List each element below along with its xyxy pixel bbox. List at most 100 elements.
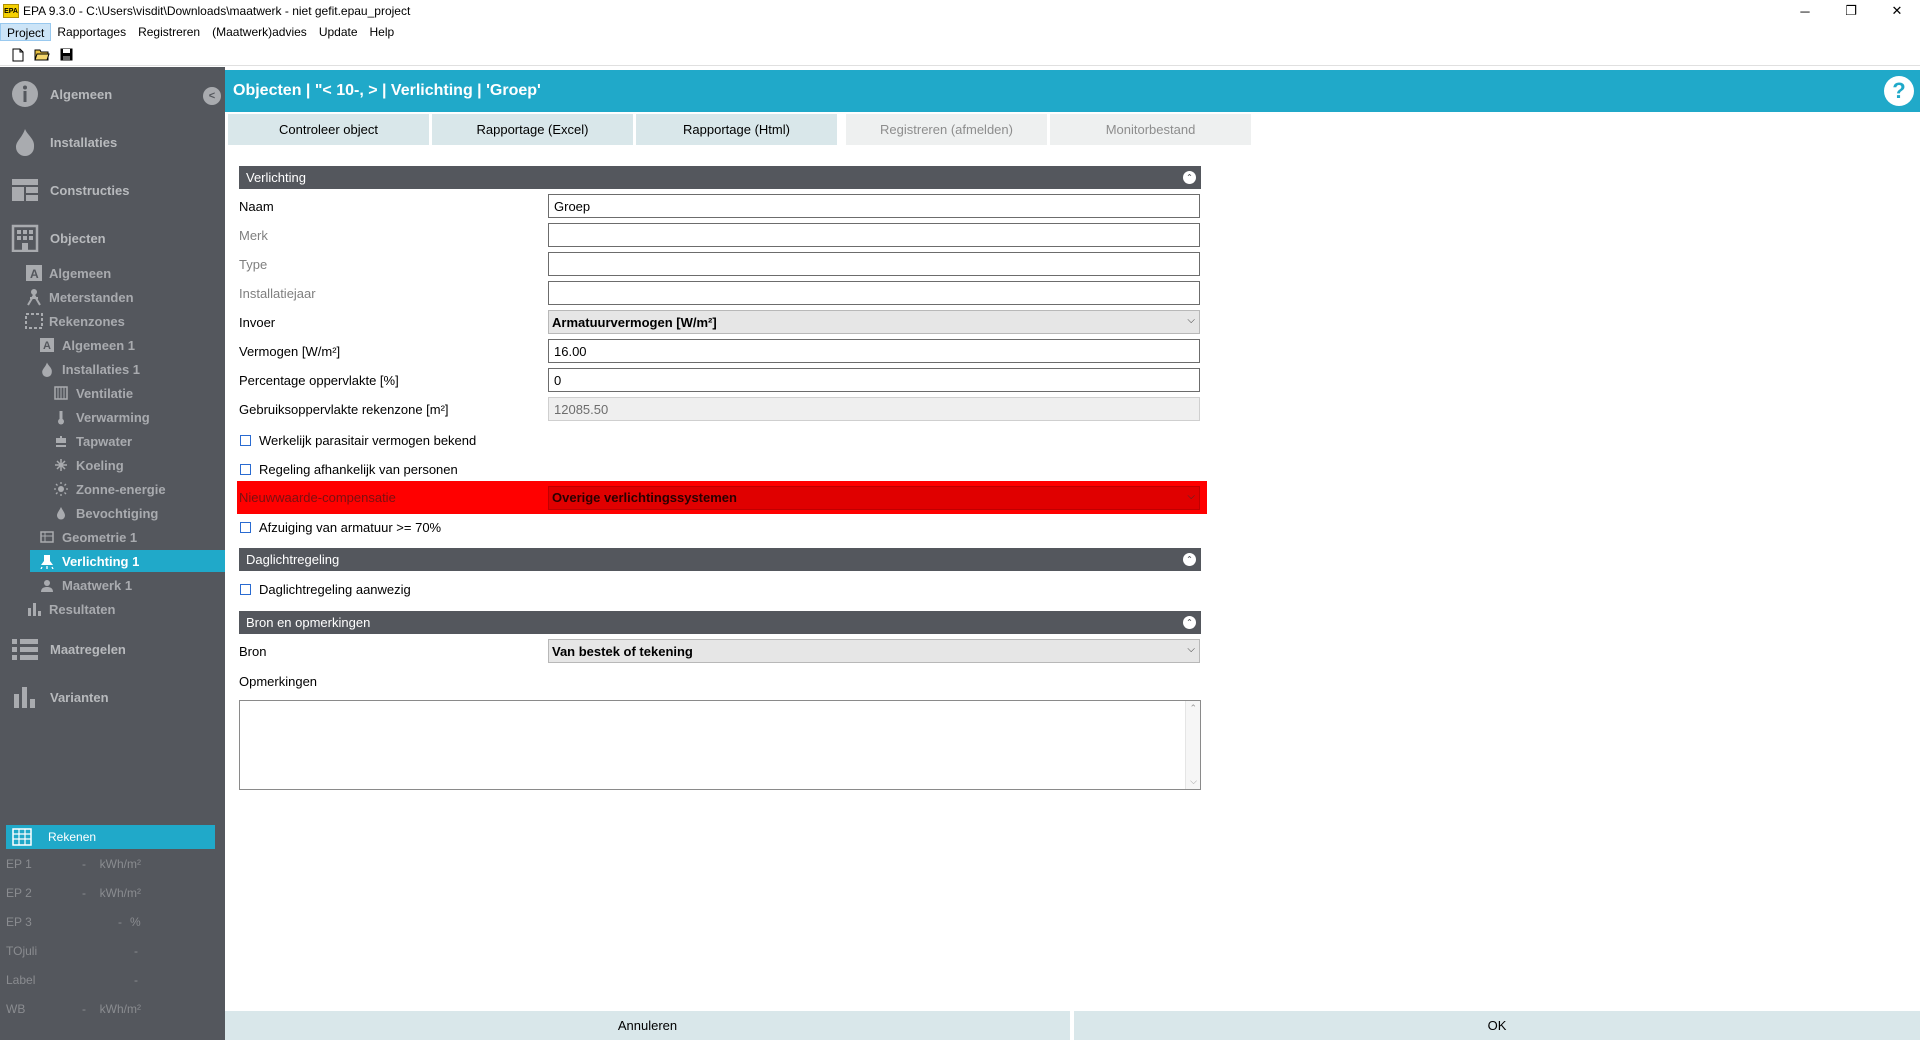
naam-input[interactable]: Groep bbox=[548, 194, 1200, 218]
sidebar-item-maatregelen[interactable]: Maatregelen bbox=[10, 631, 126, 667]
rekenen-button[interactable]: Rekenen bbox=[6, 825, 215, 849]
scrollbar[interactable]: ⌃ ⌵ bbox=[1185, 701, 1200, 789]
nieuwwaarde-select[interactable]: Overige verlichtingssystemen ⌵ bbox=[548, 485, 1200, 510]
sidebar-item-label: Algemeen bbox=[50, 86, 113, 102]
checkbox-icon[interactable] bbox=[240, 434, 251, 446]
checkbox-regeling[interactable]: Regeling afhankelijk van personen bbox=[240, 458, 458, 480]
help-icon[interactable]: ? bbox=[1884, 76, 1914, 106]
row-naam: Naam Groep bbox=[239, 193, 1201, 219]
action-tabs: Controleer object Rapportage (Excel) Rap… bbox=[228, 114, 1251, 145]
row-vermogen: Vermogen [W/m²] 16.00 bbox=[239, 338, 1201, 364]
sidebar-item-rekenzones[interactable]: Rekenzones bbox=[25, 310, 215, 332]
row-gebruiksoppervlakte: Gebruiksoppervlakte rekenzone [m²] 12085… bbox=[239, 396, 1201, 422]
sidebar-item-installaties-1[interactable]: Installaties 1 bbox=[38, 358, 215, 380]
sidebar-item-resultaten[interactable]: Resultaten bbox=[25, 598, 215, 620]
checkbox-parasitair[interactable]: Werkelijk parasitair vermogen bekend bbox=[240, 429, 476, 451]
rapportage-excel-button[interactable]: Rapportage (Excel) bbox=[432, 114, 633, 145]
sidebar-item-zonne-energie[interactable]: Zonne-energie bbox=[52, 478, 215, 500]
menu-maatwerkadvies[interactable]: (Maatwerk)advies bbox=[206, 23, 313, 41]
installatiejaar-input[interactable] bbox=[548, 281, 1200, 305]
sidebar-item-algemeen-1[interactable]: A Algemeen 1 bbox=[38, 334, 215, 356]
merk-input[interactable] bbox=[548, 223, 1200, 247]
menu-update[interactable]: Update bbox=[313, 23, 364, 41]
gebruiksoppervlakte-field: 12085.50 bbox=[548, 397, 1200, 421]
minimize-icon[interactable]: ─ bbox=[1782, 0, 1828, 22]
checkbox-daglichtregeling[interactable]: Daglichtregeling aanwezig bbox=[240, 578, 411, 600]
geometry-icon bbox=[38, 528, 56, 546]
svg-text:A: A bbox=[43, 340, 51, 352]
row-invoer: Invoer Armatuurvermogen [W/m²] ⌵ bbox=[239, 309, 1201, 335]
controleer-object-button[interactable]: Controleer object bbox=[228, 114, 429, 145]
close-icon[interactable]: ✕ bbox=[1874, 0, 1920, 22]
checkbox-icon[interactable] bbox=[240, 463, 251, 475]
sidebar-item-maatwerk-1[interactable]: Maatwerk 1 bbox=[38, 574, 215, 596]
sidebar-item-geometrie-1[interactable]: Geometrie 1 bbox=[38, 526, 215, 548]
bron-select[interactable]: Van bestek of tekening ⌵ bbox=[548, 639, 1200, 663]
wall-icon bbox=[10, 175, 40, 205]
chevron-down-icon: ⌵ bbox=[1187, 644, 1195, 655]
sidebar-item-meterstanden[interactable]: Meterstanden bbox=[25, 286, 215, 308]
collapse-section-icon[interactable]: ⌃ bbox=[1183, 171, 1196, 184]
sidebar-item-installaties[interactable]: Installaties bbox=[10, 124, 117, 160]
save-icon[interactable] bbox=[58, 47, 74, 63]
collapse-sidebar-icon[interactable]: < bbox=[203, 87, 221, 105]
vermogen-input[interactable]: 16.00 bbox=[548, 339, 1200, 363]
meter-icon bbox=[25, 288, 43, 306]
new-file-icon[interactable] bbox=[10, 47, 26, 63]
sidebar-item-algemeen-sub[interactable]: A Algemeen bbox=[25, 262, 215, 284]
sidebar-item-tapwater[interactable]: Tapwater bbox=[52, 430, 215, 452]
sidebar-item-bevochtiging[interactable]: Bevochtiging bbox=[52, 502, 215, 524]
menu-registreren[interactable]: Registreren bbox=[132, 23, 206, 41]
sidebar-item-ventilatie[interactable]: Ventilatie bbox=[52, 382, 215, 404]
chevron-down-icon: ⌵ bbox=[1187, 490, 1195, 502]
sidebar-item-koeling[interactable]: Koeling bbox=[52, 454, 215, 476]
ok-button[interactable]: OK bbox=[1074, 1011, 1920, 1040]
zones-icon bbox=[25, 312, 43, 330]
letter-a-icon: A bbox=[25, 264, 43, 282]
sidebar: < Algemeen Installaties Constructies Obj… bbox=[0, 67, 225, 1040]
flame-icon bbox=[38, 360, 56, 378]
bar-chart-icon bbox=[10, 682, 40, 712]
building-icon bbox=[10, 223, 40, 253]
sidebar-item-varianten[interactable]: Varianten bbox=[10, 679, 109, 715]
scroll-down-icon[interactable]: ⌵ bbox=[1190, 776, 1197, 787]
scroll-up-icon[interactable]: ⌃ bbox=[1189, 703, 1197, 714]
page-header: Objecten | "< 10-, > | Verlichting | 'Gr… bbox=[225, 70, 1920, 112]
sidebar-item-verwarming[interactable]: Verwarming bbox=[52, 406, 215, 428]
menu-help[interactable]: Help bbox=[364, 23, 401, 41]
monitorbestand-button[interactable]: Monitorbestand bbox=[1050, 114, 1251, 145]
sidebar-item-label: Constructies bbox=[50, 182, 130, 198]
opmerkingen-textarea[interactable]: ⌃ ⌵ bbox=[239, 700, 1201, 790]
checkbox-icon[interactable] bbox=[240, 583, 251, 595]
droplet-icon bbox=[52, 504, 70, 522]
checkbox-icon[interactable] bbox=[240, 521, 251, 533]
collapse-section-icon[interactable]: ⌃ bbox=[1183, 616, 1196, 629]
ventilation-icon bbox=[52, 384, 70, 402]
sidebar-item-objecten[interactable]: Objecten bbox=[10, 220, 106, 256]
tap-icon bbox=[52, 432, 70, 450]
invoer-select[interactable]: Armatuurvermogen [W/m²] ⌵ bbox=[548, 310, 1200, 334]
toolbar bbox=[0, 44, 1920, 66]
checkbox-afzuiging[interactable]: Afzuiging van armatuur >= 70% bbox=[240, 516, 441, 538]
info-icon bbox=[10, 79, 40, 109]
opmerkingen-label: Opmerkingen bbox=[239, 674, 318, 689]
menu-rapportages[interactable]: Rapportages bbox=[51, 23, 132, 41]
menu-project[interactable]: Project bbox=[0, 23, 52, 41]
sidebar-item-algemeen[interactable]: Algemeen bbox=[10, 76, 112, 112]
restore-icon[interactable]: ❐ bbox=[1828, 0, 1874, 22]
percentage-input[interactable]: 0 bbox=[548, 368, 1200, 392]
row-bron: Bron Van bestek of tekening ⌵ bbox=[239, 638, 1201, 664]
annuleren-button[interactable]: Annuleren bbox=[225, 1011, 1070, 1040]
row-installatiejaar: Installatiejaar bbox=[239, 280, 1201, 306]
sidebar-item-constructies[interactable]: Constructies bbox=[10, 172, 129, 208]
result-label: Label - bbox=[6, 973, 138, 987]
result-wb: WB - kWh/m² bbox=[6, 1002, 141, 1016]
sidebar-item-verlichting-1[interactable]: Verlichting 1 bbox=[30, 550, 225, 572]
registreren-afmelden-button[interactable]: Registreren (afmelden) bbox=[846, 114, 1047, 145]
collapse-section-icon[interactable]: ⌃ bbox=[1183, 553, 1196, 566]
open-folder-icon[interactable] bbox=[34, 47, 50, 63]
row-merk: Merk bbox=[239, 222, 1201, 248]
rapportage-html-button[interactable]: Rapportage (Html) bbox=[636, 114, 837, 145]
lamp-icon bbox=[38, 552, 56, 570]
type-input[interactable] bbox=[548, 252, 1200, 276]
